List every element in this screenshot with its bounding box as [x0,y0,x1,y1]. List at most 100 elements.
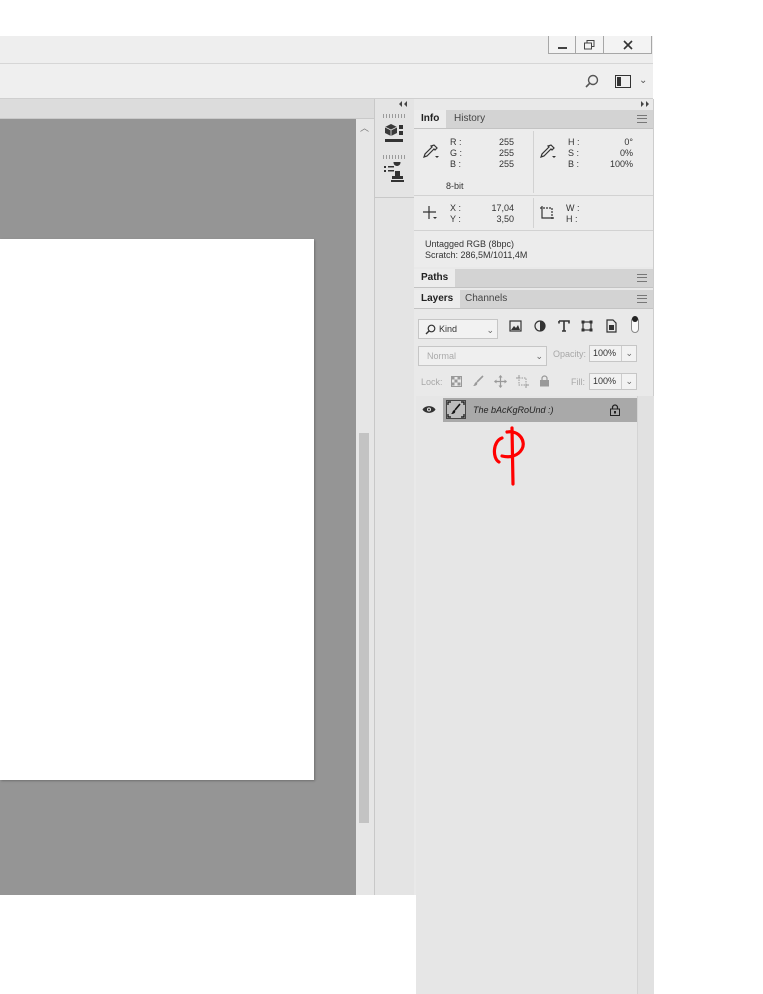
layer-name[interactable]: The bAcKgRoUnd :) [473,405,554,415]
restore-button[interactable] [576,36,604,54]
brush-thumbnail-icon [447,401,465,418]
w-label: W : [566,203,580,213]
opacity-label: Opacity: [553,349,587,359]
type-layer-filter-icon[interactable] [558,320,570,332]
minimize-button[interactable] [548,36,576,54]
bri-label: B : [568,159,580,169]
tab-paths[interactable]: Paths [414,269,456,287]
chevron-down-icon[interactable]: ⌄ [621,374,633,389]
scroll-up-icon[interactable]: ︿ [360,121,369,134]
workspace-icon[interactable] [615,75,631,88]
selection-size-icon [540,206,554,220]
layer-thumbnail [446,400,466,419]
pixel-layer-filter-icon[interactable] [509,320,522,332]
info-color-section: R : G : B : 255 255 255 8-bit H : S : B … [414,129,653,195]
lock-transparent-pixels-icon[interactable] [451,376,462,387]
fill-input[interactable]: 100% ⌄ [589,373,637,390]
scratch-sizes: Scratch: 286,5M/1011,4M [425,250,528,260]
options-bar: ⌄ [0,64,653,99]
scrollbar-thumb[interactable] [359,433,369,823]
double-chevron-right-icon[interactable] [640,101,650,107]
lock-image-pixels-icon[interactable] [472,375,484,387]
close-button[interactable] [604,36,652,54]
layers-panel-tabs: Layers Channels [414,290,653,309]
tab-info[interactable]: Info [414,110,447,128]
panel-menu-icon[interactable] [637,274,647,282]
clone-source-icon [384,159,404,182]
close-icon [622,39,633,50]
filter-toggle[interactable] [631,316,639,333]
search-icon [425,324,436,335]
info-doc-section: Untagged RGB (8bpc) Scratch: 286,5M/1011… [414,231,653,267]
fill-label: Fill: [571,377,585,387]
x-value: 17,04 [491,203,514,213]
s-label: S : [568,148,580,158]
h-size-label: H : [566,214,578,224]
bit-depth: 8-bit [446,181,464,191]
x-label: X : [450,203,462,213]
info-position-section: X : Y : 17,04 3,50 W : H : [414,196,653,230]
lock-all-icon[interactable] [539,375,550,387]
document-canvas[interactable] [0,239,314,780]
layer-list-scrollbar[interactable] [637,396,654,994]
bri-value: 100% [609,159,633,169]
layer-lock-icon [610,404,620,416]
panel-column: Info History R : G : B : 255 255 255 8-b… [414,99,654,994]
h-value: 0° [624,137,633,147]
eyedropper-icon[interactable] [422,144,440,160]
fill-value: 100% [593,376,617,386]
eyedropper-icon[interactable] [539,144,557,160]
info-panel-tabs: Info History [414,110,653,129]
blend-mode-value: Normal [427,351,457,361]
paths-panel-tabs: Paths [414,269,653,288]
panel-menu-icon[interactable] [637,295,647,303]
eye-visibility-icon[interactable] [422,405,436,414]
tab-channels[interactable]: Channels [458,290,514,308]
title-bar [0,36,653,64]
chevron-down-icon[interactable]: ⌄ [639,75,647,86]
document-tab-strip [0,99,374,119]
restore-icon [584,39,595,49]
shape-layer-filter-icon[interactable] [581,320,593,332]
layer-filter-kind-select[interactable]: Kind ⌄ [418,319,498,339]
crosshair-icon [423,206,437,219]
minimize-icon [557,46,567,49]
opacity-value: 100% [593,348,617,358]
adjustment-layer-filter-icon[interactable] [534,320,546,332]
smart-object-filter-icon[interactable] [605,319,618,333]
search-icon[interactable] [585,74,599,88]
lock-position-icon[interactable] [494,375,507,388]
h-label: H : [568,137,580,147]
lock-label: Lock: [421,377,443,387]
panel-menu-icon[interactable] [637,115,647,123]
blend-mode-select[interactable]: Normal ⌄ [418,346,547,366]
tab-history[interactable]: History [447,110,492,128]
chevron-down-icon: ⌄ [535,351,543,361]
dock-grip[interactable] [383,114,405,118]
r-value: 255 [498,137,514,147]
g-label: G : [450,148,463,158]
b-value: 255 [498,159,514,169]
r-label: R : [450,137,462,147]
layer-row[interactable]: The bAcKgRoUnd :) [416,398,637,422]
filter-kind-label: Kind [439,324,458,334]
y-label: Y : [450,214,461,224]
chevron-down-icon[interactable]: ⌄ [621,346,633,361]
chevron-down-icon: ⌄ [486,325,494,335]
opacity-input[interactable]: 100% ⌄ [589,345,637,362]
dock-column [374,99,415,895]
b-label: B : [450,159,462,169]
dock-item-3d[interactable] [381,121,409,147]
lock-artboard-icon[interactable] [516,375,529,388]
double-chevron-left-icon[interactable] [398,101,408,107]
s-value: 0% [619,148,633,158]
g-value: 255 [498,148,514,158]
red-annotation-mark [492,426,525,486]
layer-row-selected[interactable]: The bAcKgRoUnd :) [443,398,637,422]
y-value: 3,50 [496,214,514,224]
dock-item-clone-source[interactable] [381,159,409,188]
3d-properties-icon [384,124,403,142]
doc-profile: Untagged RGB (8bpc) [425,239,515,249]
dock-grip[interactable] [383,155,405,159]
tab-layers[interactable]: Layers [414,290,461,308]
